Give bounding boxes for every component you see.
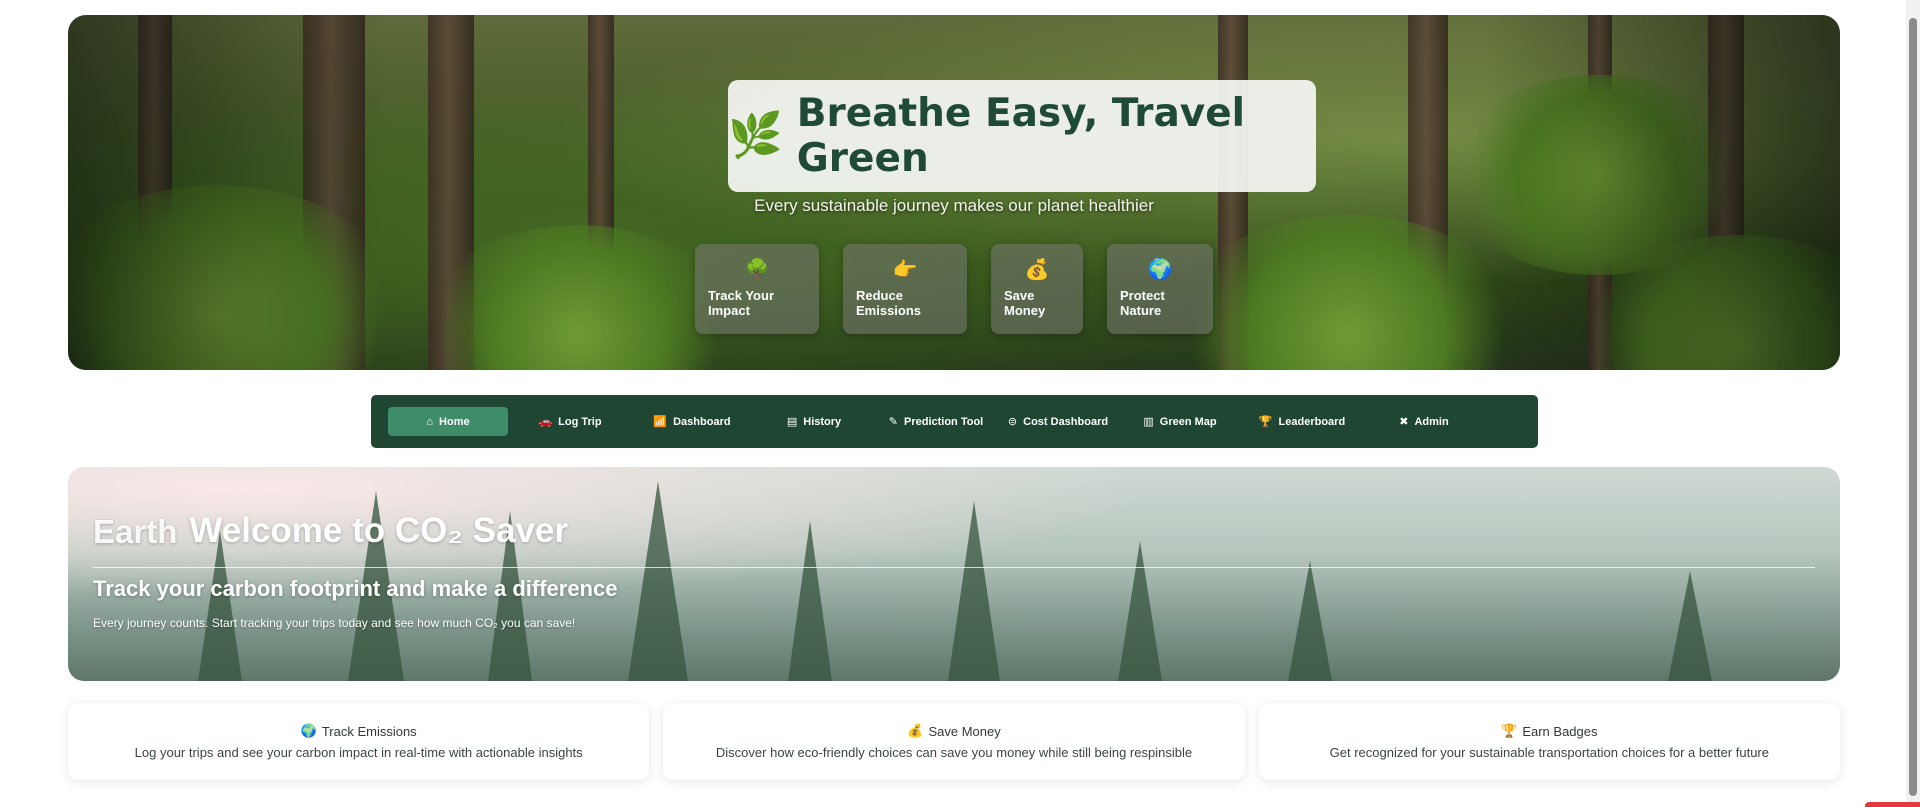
welcome-subtitle: Track your carbon footprint and make a d… (93, 576, 618, 601)
nav-label: Log Trip (558, 415, 602, 428)
info-card-title: 🌍 Track Emissions (301, 723, 417, 739)
welcome-content: Earth Welcome to CO₂ Saver Track your ca… (93, 511, 1815, 630)
info-card-title-text: Track Emissions (321, 723, 417, 739)
scrollbar-thumb[interactable] (1909, 18, 1917, 796)
tools-icon: ✖ (1399, 416, 1409, 428)
info-card-description: Get recognized for your sustainable tran… (1329, 745, 1769, 760)
hero-banner: 🌿 Breathe Easy, Travel Green Every susta… (68, 15, 1840, 370)
welcome-title: Welcome to CO₂ Saver (189, 511, 569, 550)
nav-label: Prediction Tool (903, 415, 984, 428)
info-card-title: 🏆 Earn Badges (1501, 723, 1597, 739)
nav-label: Leaderboard (1278, 415, 1346, 428)
info-card-save-money: 💰 Save Money Discover how eco-friendly c… (663, 703, 1245, 780)
cost-icon: ⊜ (1007, 416, 1018, 428)
nav-item-history[interactable]: ▤ History (754, 407, 874, 436)
feature-card-track-impact: 🌳 Track Your Impact (695, 244, 819, 334)
info-card-description: Discover how eco-friendly choices can sa… (715, 745, 1193, 760)
earth-image-broken: Earth (93, 513, 178, 550)
nav-label: Cost Dashboard (1023, 415, 1109, 428)
money-bag-icon: 💰 (907, 723, 924, 738)
info-card-track-emissions: 🌍 Track Emissions Log your trips and see… (68, 703, 650, 780)
nav-item-log-trip[interactable]: 🚗 Log Trip (510, 407, 630, 436)
feature-card-reduce-emissions: 👉 Reduce Emissions (843, 244, 967, 334)
info-card-earn-badges: 🏆 Earn Badges Get recognized for your su… (1258, 703, 1840, 780)
info-card-title-text: Save Money (928, 723, 1001, 739)
info-card-description: Log your trips and see your carbon impac… (134, 745, 583, 760)
feature-card-save-money: 💰 Save Money (991, 244, 1083, 334)
nav-item-prediction-tool[interactable]: ✎ Prediction Tool (876, 407, 996, 436)
nav-item-leaderboard[interactable]: 🏆 Leaderboard (1242, 407, 1362, 436)
feature-label: Track Your Impact (708, 288, 774, 318)
nav-label: History (803, 415, 842, 428)
feature-label: Protect Nature (1120, 288, 1165, 318)
globe-icon: 🌍 (1147, 259, 1173, 281)
feature-label: Save Money (1004, 288, 1046, 318)
hero-title-box: 🌿 Breathe Easy, Travel Green (728, 80, 1316, 192)
info-cards: 🌍 Track Emissions Log your trips and see… (68, 703, 1840, 780)
car-icon: 🚗 (538, 416, 553, 428)
nav-label: Dashboard (673, 415, 731, 428)
welcome-banner: Earth Welcome to CO₂ Saver Track your ca… (68, 467, 1840, 681)
hero-subtitle: Every sustainable journey makes our plan… (754, 196, 1154, 215)
main-nav: ⌂ Home 🚗 Log Trip 📶 Dashboard ▤ History … (371, 395, 1538, 448)
wand-icon: ✎ (888, 416, 898, 428)
feature-card-protect-nature: 🌍 Protect Nature (1107, 244, 1213, 334)
divider (93, 567, 1815, 568)
nav-item-admin[interactable]: ✖ Admin (1364, 407, 1484, 436)
feature-cards: 🌳 Track Your Impact 👉 Reduce Emissions 💰… (68, 244, 1840, 334)
info-card-title-text: Earn Badges (1522, 723, 1598, 739)
hero-title: Breathe Easy, Travel Green (796, 91, 1246, 181)
nav-label: Home (439, 415, 470, 428)
map-icon: ▥ (1143, 416, 1154, 428)
nav-label: Admin (1414, 415, 1449, 428)
globe-icon: 🌍 (300, 723, 317, 738)
welcome-heading: Earth Welcome to CO₂ Saver (93, 511, 1815, 551)
document-icon: ▤ (786, 416, 798, 428)
info-card-title: 💰 Save Money (907, 723, 1000, 739)
home-icon: ⌂ (426, 415, 434, 428)
vertical-scrollbar[interactable] (1906, 0, 1920, 807)
money-bag-icon: 💰 (1024, 259, 1050, 281)
trophy-icon: 🏆 (1258, 416, 1273, 428)
tree-icon: 🌳 (744, 259, 770, 281)
bar-chart-icon: 📶 (653, 416, 668, 428)
nav-item-dashboard[interactable]: 📶 Dashboard (632, 407, 752, 436)
feature-label: Reduce Emissions (856, 288, 922, 318)
status-indicator (1865, 802, 1920, 807)
leaf-icon: 🌿 (728, 111, 783, 160)
nav-item-home[interactable]: ⌂ Home (388, 407, 508, 436)
trophy-icon: 🏆 (1501, 723, 1518, 738)
welcome-description: Every journey counts. Start tracking you… (93, 616, 576, 630)
nav-label: Green Map (1159, 415, 1217, 428)
pointing-hand-icon: 👉 (892, 259, 918, 281)
nav-item-cost-dashboard[interactable]: ⊜ Cost Dashboard (998, 407, 1118, 436)
nav-item-green-map[interactable]: ▥ Green Map (1120, 407, 1240, 436)
